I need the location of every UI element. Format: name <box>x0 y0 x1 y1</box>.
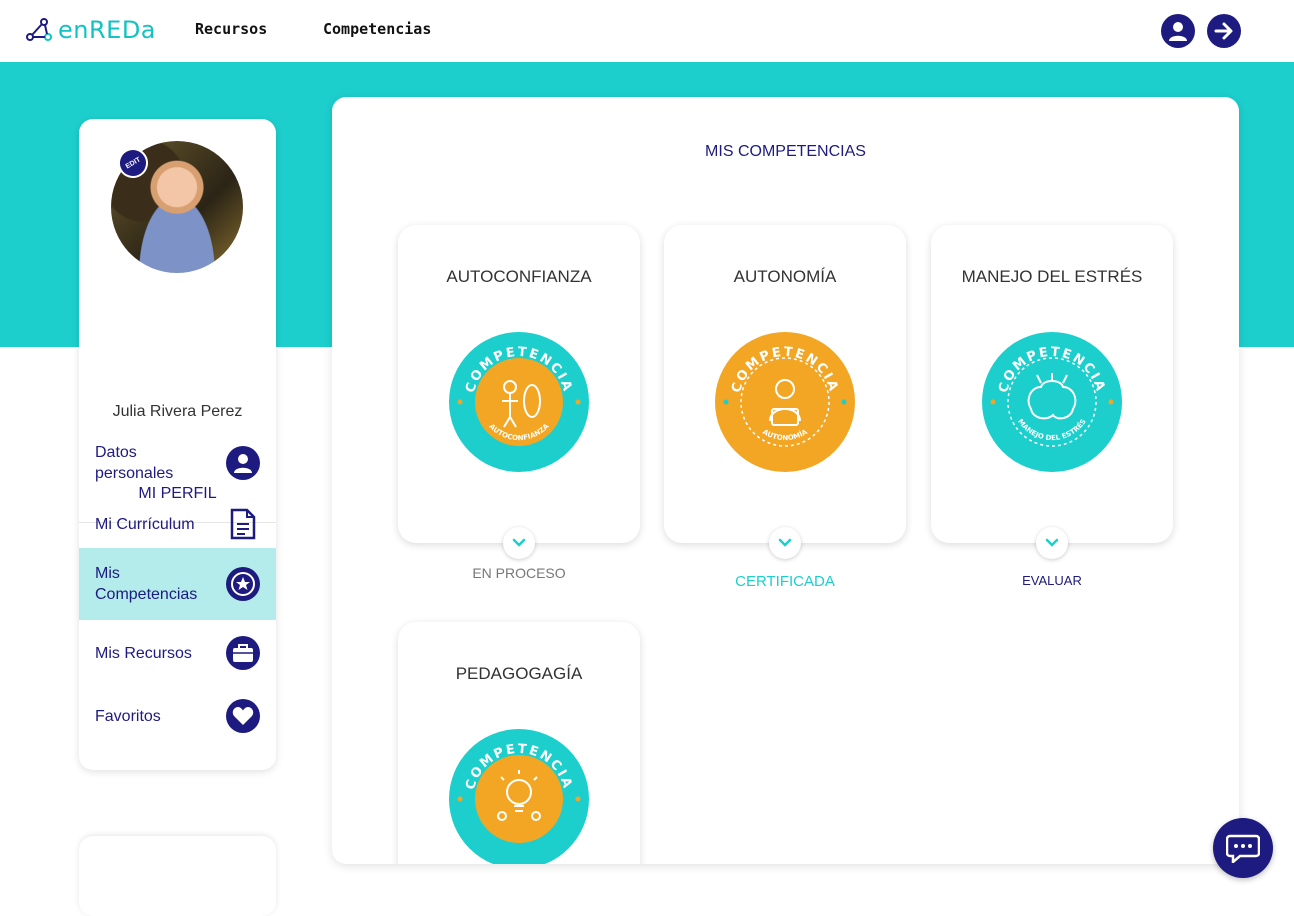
competency-badge-icon: COMPETENCIA MANEJO DEL ESTRÉS <box>982 332 1122 472</box>
star-badge-icon <box>226 567 260 601</box>
chat-bubble-icon <box>1226 834 1260 863</box>
competencies-panel: MIS COMPETENCIAS AUTOCONFIANZA COMPETENC… <box>332 97 1239 864</box>
sidebar-item-label: Favoritos <box>95 707 161 725</box>
logo[interactable]: enREDa <box>24 16 156 44</box>
expand-button[interactable] <box>503 527 535 559</box>
status-label: EN PROCESO <box>472 565 566 581</box>
chevron-down-icon <box>1045 538 1059 547</box>
competency-card-autoconfianza[interactable]: AUTOCONFIANZA COMPETENCIA AUTOCONFIANZA <box>398 225 640 559</box>
competency-title: AUTONOMÍA <box>733 267 837 286</box>
competency-badge-icon: COMPETENCIA <box>449 729 589 864</box>
sidebar-item-datos-personales[interactable]: Datos personales <box>79 427 276 499</box>
profile-sidebar: Julia Rivera Perez MI PERFIL Datos perso… <box>79 119 276 770</box>
chevron-down-icon <box>778 538 792 547</box>
sidebar-item-mis-recursos[interactable]: Mis Recursos <box>79 628 276 678</box>
logout-button[interactable] <box>1207 14 1241 48</box>
panel-title: MIS COMPETENCIAS <box>705 143 866 160</box>
status-label: EVALUAR <box>1022 573 1082 588</box>
top-bar: enREDa Recursos Competencias <box>0 0 1294 62</box>
sidebar-item-label: Mi Currículum <box>95 515 195 533</box>
nav-recursos[interactable]: Recursos <box>195 20 267 38</box>
sidebar-item-label: Datos personales <box>95 444 174 482</box>
logo-icon <box>26 18 52 41</box>
competency-badge-icon: COMPETENCIA AUTOCONFIANZA <box>449 332 589 472</box>
sidebar-item-mis-competencias[interactable]: Mis Competencias <box>79 548 276 620</box>
chevron-down-icon <box>512 538 526 547</box>
sidebar-item-label: Mis Competencias <box>95 565 198 603</box>
user-icon <box>226 446 260 480</box>
competency-title: AUTOCONFIANZA <box>446 267 592 286</box>
logo-text: enREDa <box>58 16 157 44</box>
account-button[interactable] <box>1161 14 1195 48</box>
chat-button[interactable] <box>1213 818 1273 878</box>
document-icon <box>226 507 260 541</box>
user-icon <box>1169 22 1187 41</box>
heart-icon <box>226 699 260 733</box>
sidebar-item-label: Mis Recursos <box>95 644 192 662</box>
secondary-sidebar-card <box>79 836 276 916</box>
competency-badge-icon: COMPETENCIA AUTONOMÍA <box>715 332 855 472</box>
competency-card-pedagogagia[interactable]: PEDAGOGAGÍA COMPETENCIA <box>398 622 640 864</box>
arrow-right-icon <box>1214 22 1233 40</box>
profile-name: Julia Rivera Perez <box>112 403 243 420</box>
expand-button[interactable] <box>1036 527 1068 559</box>
nav-competencias[interactable]: Competencias <box>323 20 431 38</box>
competency-card-manejo-del-estres[interactable]: MANEJO DEL ESTRÉS COMPETENCIA MANEJO DEL… <box>931 225 1173 559</box>
briefcase-icon <box>226 636 260 670</box>
expand-button[interactable] <box>769 527 801 559</box>
status-label: CERTIFICADA <box>735 573 835 590</box>
competency-card-autonomia[interactable]: AUTONOMÍA COMPETENCIA AUTONOMÍA <box>664 225 906 559</box>
sidebar-item-mi-curriculum[interactable]: Mi Currículum <box>79 499 276 549</box>
sidebar-item-favoritos[interactable]: Favoritos <box>79 691 276 741</box>
competency-title: MANEJO DEL ESTRÉS <box>961 267 1143 286</box>
competency-title: PEDAGOGAGÍA <box>455 664 583 683</box>
